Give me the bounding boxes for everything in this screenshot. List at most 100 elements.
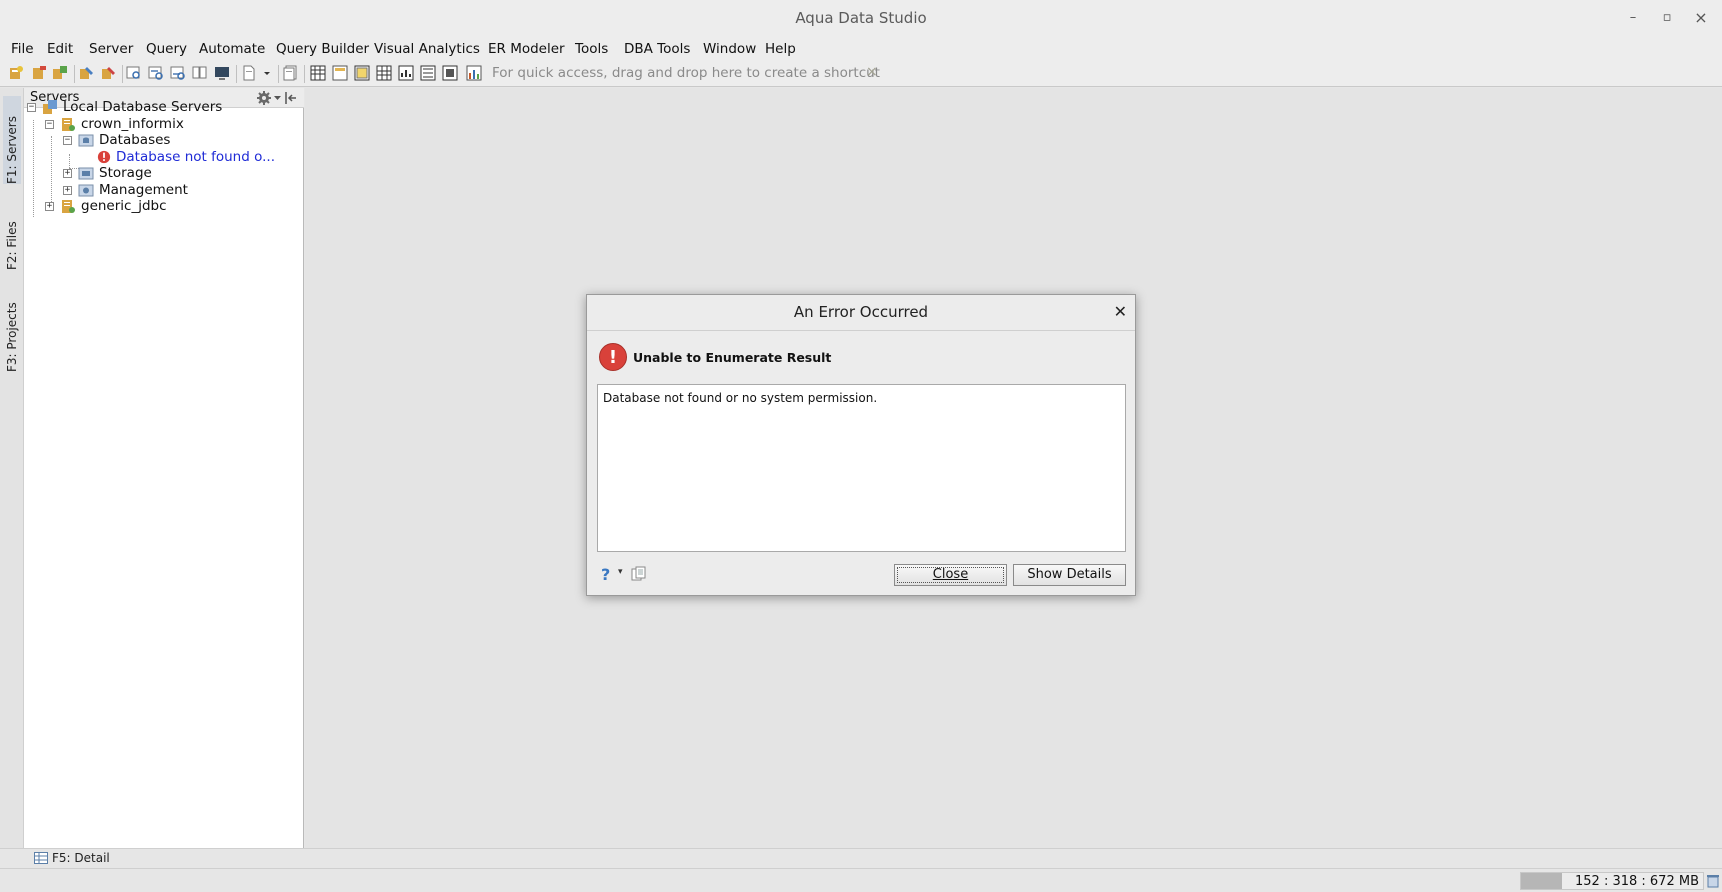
tree-node-local-servers[interactable]: − Local Database Servers: [27, 98, 222, 116]
menu-file[interactable]: File: [11, 41, 34, 57]
help-icon[interactable]: ?: [601, 565, 610, 584]
tree-label: Databases: [99, 132, 171, 148]
error-dialog: An Error Occurred ✕ ! Unable to Enumerat…: [586, 294, 1136, 596]
bottom-dock-tabs: F5: Detail: [0, 848, 1722, 868]
tree-guide: [51, 136, 52, 202]
title-bar: Aqua Data Studio – ▫ ×: [0, 0, 1722, 37]
app-window: Aqua Data Studio – ▫ × File Edit Server …: [0, 0, 1722, 892]
status-bar: 152 : 318 : 672 MB: [0, 868, 1722, 892]
chevron-down-icon[interactable]: ▾: [618, 567, 623, 577]
menu-server[interactable]: Server: [89, 41, 133, 57]
menu-query-builder[interactable]: Query Builder: [276, 41, 369, 57]
tree-node-generic-jdbc[interactable]: + generic_jdbc: [45, 197, 167, 215]
collapse-icon[interactable]: −: [27, 102, 36, 112]
query-analyzer-icon[interactable]: [148, 65, 164, 81]
minimize-panel-icon[interactable]: [283, 90, 299, 106]
server-properties-icon[interactable]: [100, 65, 116, 81]
dialog-close-icon[interactable]: ✕: [1114, 302, 1127, 321]
maximize-button[interactable]: ▫: [1656, 7, 1678, 29]
servers-panel: Servers − Local Database Servers − crown…: [24, 88, 304, 848]
tree-label: Management: [99, 182, 188, 198]
query-window-icon[interactable]: [126, 65, 142, 81]
tab-files-label: F2: Files: [5, 221, 19, 270]
tab-projects[interactable]: F3: Projects: [3, 284, 21, 372]
server-group-icon: [43, 100, 57, 114]
detail-table-icon: [34, 852, 48, 864]
bar-chart-icon[interactable]: [466, 65, 482, 81]
connect-server-icon[interactable]: [52, 65, 68, 81]
toolbar-separator: [74, 65, 75, 83]
database-server-icon: [62, 118, 75, 131]
chevron-down-icon[interactable]: [262, 65, 272, 81]
tree-node-storage[interactable]: + Storage: [63, 164, 152, 182]
error-heading: Unable to Enumerate Result: [633, 350, 832, 365]
text-view-icon[interactable]: [354, 65, 370, 81]
chevron-down-icon[interactable]: [274, 94, 281, 102]
menu-query[interactable]: Query: [146, 41, 187, 57]
expand-icon[interactable]: +: [63, 168, 72, 178]
tab-projects-label: F3: Projects: [5, 302, 19, 372]
close-hint-icon[interactable]: ×: [866, 64, 878, 80]
close-window-button[interactable]: ×: [1690, 7, 1712, 29]
chart-view-icon[interactable]: [398, 65, 414, 81]
tree-label: Local Database Servers: [63, 99, 223, 115]
databases-folder-icon: [78, 134, 94, 147]
expand-icon[interactable]: +: [63, 185, 72, 195]
tree-label: generic_jdbc: [81, 198, 167, 214]
history-icon[interactable]: [283, 65, 299, 81]
show-details-button[interactable]: Show Details: [1013, 564, 1126, 586]
unregister-server-icon[interactable]: [31, 65, 47, 81]
error-icon: !: [599, 343, 627, 371]
copy-icon[interactable]: [631, 566, 647, 582]
memory-text: 152 : 318 : 672 MB: [1575, 874, 1699, 889]
management-folder-icon: [78, 184, 94, 197]
menu-automate[interactable]: Automate: [199, 41, 265, 57]
menu-edit[interactable]: Edit: [47, 41, 73, 57]
compare-icon[interactable]: [192, 65, 208, 81]
menu-window[interactable]: Window: [703, 41, 756, 57]
tab-detail[interactable]: F5: Detail: [34, 851, 110, 865]
new-document-icon[interactable]: [241, 65, 257, 81]
tree-label: crown_informix: [81, 116, 184, 132]
register-server-icon[interactable]: [8, 65, 24, 81]
error-message: Database not found or no system permissi…: [603, 391, 878, 405]
toolbar-separator: [304, 65, 305, 83]
menu-er-modeler[interactable]: ER Modeler: [488, 41, 565, 57]
collapse-icon[interactable]: −: [63, 135, 72, 145]
error-icon: [97, 150, 111, 164]
minimize-button[interactable]: –: [1622, 7, 1644, 29]
menu-help[interactable]: Help: [765, 41, 796, 57]
list-view-icon[interactable]: [420, 65, 436, 81]
menu-visual-analytics[interactable]: Visual Analytics: [374, 41, 480, 57]
tab-detail-label: F5: Detail: [52, 851, 110, 865]
expand-icon[interactable]: +: [45, 201, 54, 211]
tree-guide: [33, 120, 34, 217]
collapse-icon[interactable]: −: [45, 119, 54, 129]
trash-icon[interactable]: [1706, 874, 1720, 888]
pivot-icon[interactable]: [376, 65, 392, 81]
menu-tools[interactable]: Tools: [575, 41, 608, 57]
image-view-icon[interactable]: [442, 65, 458, 81]
tree-node-databases[interactable]: − Databases: [63, 131, 170, 149]
tab-servers[interactable]: F1: Servers: [3, 96, 21, 184]
form-view-icon[interactable]: [332, 65, 348, 81]
edit-server-icon[interactable]: [78, 65, 94, 81]
memory-indicator[interactable]: 152 : 318 : 672 MB: [1520, 872, 1704, 890]
tab-files[interactable]: F2: Files: [3, 200, 21, 270]
memory-usage-fill: [1521, 873, 1563, 889]
gear-icon[interactable]: [256, 90, 272, 106]
close-button-label: Close: [932, 567, 969, 582]
query-builder-icon[interactable]: [170, 65, 186, 81]
close-button[interactable]: Close: [894, 564, 1007, 586]
database-server-icon: [62, 200, 75, 213]
menu-bar: File Edit Server Query Automate Query Bu…: [0, 37, 1722, 61]
dialog-title: An Error Occurred: [793, 303, 929, 321]
grid-view-icon[interactable]: [310, 65, 326, 81]
toolbar-separator: [236, 65, 237, 83]
tree-label: Storage: [99, 165, 152, 181]
toolbar-separator: [278, 65, 279, 83]
menu-dba-tools[interactable]: DBA Tools: [624, 41, 690, 57]
error-message-box[interactable]: Database not found or no system permissi…: [597, 384, 1126, 552]
storage-folder-icon: [78, 167, 94, 180]
monitor-icon[interactable]: [214, 65, 230, 81]
